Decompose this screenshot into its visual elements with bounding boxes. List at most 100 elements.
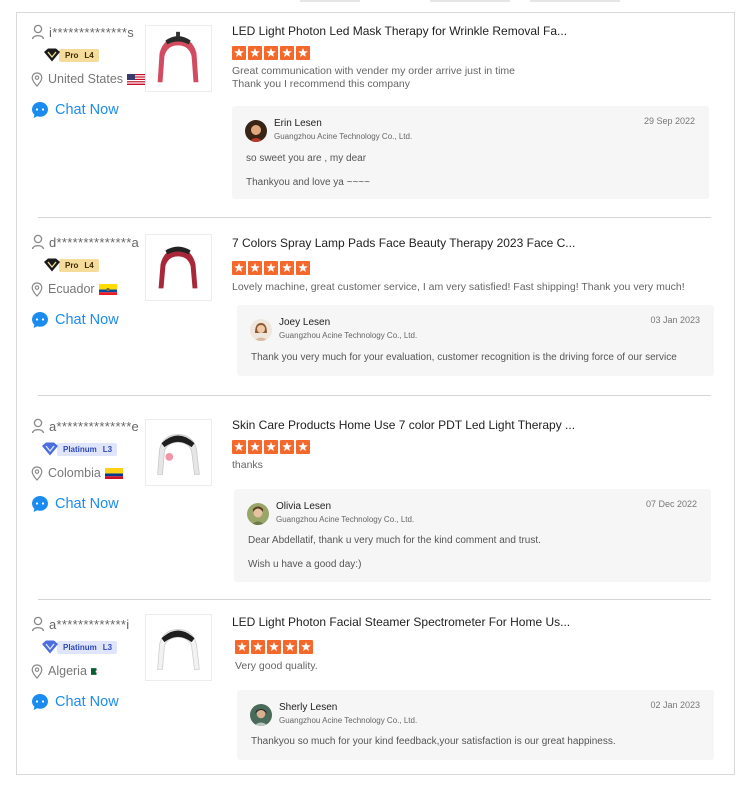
- review-content: Skin Care Products Home Use 7 color PDT …: [232, 417, 712, 582]
- star-icon: [280, 46, 294, 60]
- product-thumbnail[interactable]: [145, 419, 212, 486]
- review-content: 7 Colors Spray Lamp Pads Face Beauty The…: [232, 235, 714, 376]
- review-item: a*************i Platinum L3 Algeria Chat …: [17, 605, 736, 775]
- buyer-info: d**************a Pro L4 Ecuador Chat Now: [31, 233, 149, 329]
- algeria-flag-icon: [90, 667, 102, 675]
- product-thumbnail[interactable]: [145, 614, 212, 681]
- user-icon: [31, 24, 45, 40]
- review-divider: [38, 599, 711, 600]
- buyer-level-badge: Pro L4: [43, 47, 99, 63]
- review-comment: thanks: [232, 459, 263, 471]
- buyer-name: i**************s: [31, 23, 149, 41]
- product-title[interactable]: LED Light Photon Facial Steamer Spectrom…: [232, 614, 712, 630]
- star-icon: [264, 440, 278, 454]
- star-icon: [264, 46, 278, 60]
- reply-author: Erin Lesen: [274, 118, 322, 129]
- chat-now-button[interactable]: Chat Now: [31, 693, 149, 711]
- chat-now-button[interactable]: Chat Now: [31, 495, 149, 513]
- reply-date: 02 Jan 2023: [650, 700, 700, 710]
- review-comment: Great communication with vender my order…: [232, 65, 516, 90]
- product-title[interactable]: LED Light Photon Led Mask Therapy for Wr…: [232, 23, 712, 39]
- badge-level: L4: [84, 50, 94, 60]
- star-rating: [232, 46, 712, 60]
- reviews-panel: i**************s Pro L4 United States Cha…: [16, 12, 735, 775]
- buyer-name: d**************a: [31, 233, 149, 251]
- star-icon: [235, 640, 249, 654]
- reply-text: Thankyou and love ya ~~~~: [246, 177, 370, 188]
- ecuador-flag-icon: [98, 283, 117, 295]
- country-name: Ecuador: [48, 282, 95, 296]
- spray-lamp-image: [146, 235, 211, 300]
- reply-author: Olivia Lesen: [276, 501, 332, 512]
- reply-text: so sweet you are , my dear: [246, 153, 367, 164]
- review-comment: Very good quality.: [235, 660, 318, 672]
- avatar: [245, 119, 267, 142]
- facial-steamer-image: [146, 615, 211, 680]
- badge-tier: Platinum: [63, 444, 97, 454]
- seller-reply: Joey Lesen Guangzhou Acine Technology Co…: [237, 305, 714, 376]
- diamond-icon: [42, 442, 58, 456]
- reply-company: Guangzhou Acine Technology Co., Ltd.: [279, 331, 418, 340]
- review-comment: Lovely machine, great customer service, …: [232, 281, 685, 293]
- badge-tier: Pro: [65, 260, 79, 270]
- country-name: Colombia: [48, 466, 101, 480]
- star-icon: [280, 440, 294, 454]
- star-icon: [248, 46, 262, 60]
- buyer-location: Algeria: [31, 662, 149, 680]
- avatar: [250, 318, 272, 341]
- star-rating: [235, 640, 712, 654]
- chat-bubble-icon: [32, 694, 48, 710]
- star-icon: [232, 261, 246, 275]
- review-item: a**************e Platinum L3 Colombia Cha…: [17, 407, 736, 599]
- buyer-info: a*************i Platinum L3 Algeria Chat …: [31, 615, 149, 711]
- review-content: LED Light Photon Facial Steamer Spectrom…: [232, 614, 714, 760]
- location-pin-icon: [31, 465, 43, 481]
- location-pin-icon: [31, 71, 43, 87]
- chat-bubble-icon: [32, 102, 48, 118]
- star-icon: [267, 640, 281, 654]
- buyer-level-badge: Platinum L3: [41, 441, 118, 457]
- product-thumbnail[interactable]: [145, 234, 212, 301]
- star-rating: [232, 440, 712, 454]
- user-icon: [31, 234, 45, 250]
- user-icon: [31, 418, 45, 434]
- product-title[interactable]: 7 Colors Spray Lamp Pads Face Beauty The…: [232, 235, 712, 251]
- user-icon: [31, 616, 45, 632]
- reply-date: 29 Sep 2022: [643, 116, 695, 126]
- badge-level: L3: [102, 642, 113, 652]
- reply-date: 03 Jan 2023: [650, 315, 700, 325]
- review-divider: [38, 395, 711, 396]
- product-title[interactable]: Skin Care Products Home Use 7 color PDT …: [232, 417, 712, 433]
- chat-now-button[interactable]: Chat Now: [31, 311, 149, 329]
- reply-company: Guangzhou Acine Technology Co., Ltd.: [276, 515, 415, 524]
- top-scroll-indicator: [0, 0, 750, 4]
- star-icon: [299, 640, 313, 654]
- seller-reply: Erin Lesen Guangzhou Acine Technology Co…: [232, 106, 709, 199]
- diamond-icon: [42, 640, 58, 654]
- star-icon: [264, 261, 278, 275]
- reply-text: Thankyou so much for your kind feedback,…: [251, 736, 616, 747]
- buyer-name: a*************i: [31, 615, 149, 633]
- buyer-location: United States: [31, 70, 149, 88]
- led-mask-image: [146, 26, 211, 91]
- chat-now-button[interactable]: Chat Now: [31, 101, 149, 119]
- star-icon: [296, 440, 310, 454]
- badge-level: L4: [84, 260, 94, 270]
- star-icon: [232, 440, 246, 454]
- star-icon: [283, 640, 297, 654]
- product-thumbnail[interactable]: [145, 25, 212, 92]
- badge-tier: Pro: [65, 50, 79, 60]
- us-flag-icon: [127, 73, 146, 85]
- country-name: United States: [48, 72, 124, 86]
- reply-company: Guangzhou Acine Technology Co., Ltd.: [279, 716, 418, 725]
- colombia-flag-icon: [104, 467, 123, 479]
- diamond-icon: [44, 258, 60, 272]
- review-item: i**************s Pro L4 United States Cha…: [17, 13, 736, 217]
- badge-level: L3: [102, 444, 113, 454]
- star-icon: [232, 46, 246, 60]
- seller-reply: Olivia Lesen Guangzhou Acine Technology …: [234, 489, 711, 582]
- star-icon: [248, 261, 262, 275]
- badge-tier: Platinum: [63, 642, 97, 652]
- star-icon: [296, 46, 310, 60]
- review-divider: [38, 217, 711, 218]
